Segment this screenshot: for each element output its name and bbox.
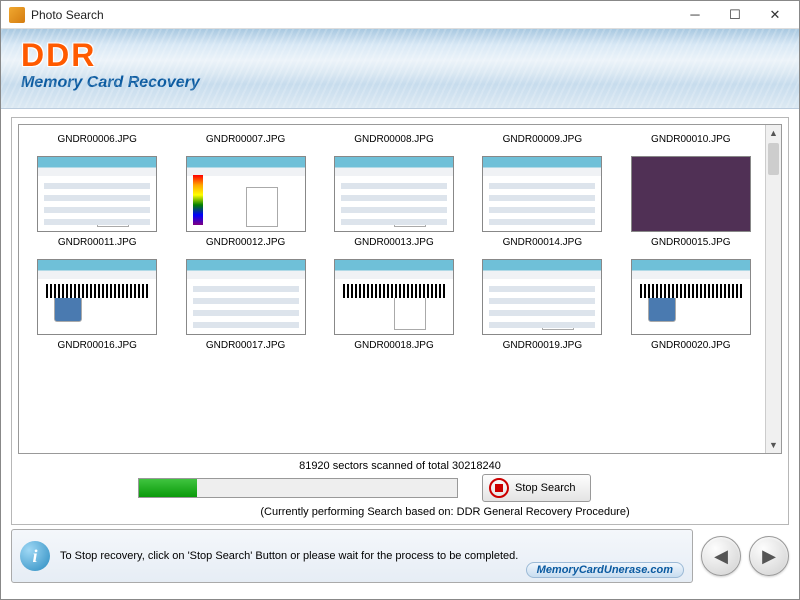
minimize-button[interactable]: ─ bbox=[675, 2, 715, 28]
thumbnail-label: GNDR00009.JPG bbox=[470, 131, 614, 148]
thumbnail-item[interactable]: GNDR00020.JPG bbox=[619, 253, 763, 354]
thumbnail-item[interactable]: GNDR00007.JPG bbox=[173, 131, 317, 148]
thumbnail-image bbox=[334, 156, 454, 232]
scroll-up-icon[interactable]: ▲ bbox=[766, 125, 781, 141]
thumbnail-item[interactable]: GNDR00013.JPG bbox=[322, 150, 466, 251]
thumbnail-label: GNDR00018.JPG bbox=[322, 337, 466, 354]
thumbnail-item[interactable]: GNDR00006.JPG bbox=[25, 131, 169, 148]
scroll-down-icon[interactable]: ▼ bbox=[766, 437, 781, 453]
thumbnail-label: GNDR00007.JPG bbox=[173, 131, 317, 148]
thumbnail-item[interactable]: GNDR00017.JPG bbox=[173, 253, 317, 354]
next-button[interactable]: ▶ bbox=[749, 536, 789, 576]
stop-icon bbox=[489, 478, 509, 498]
hint-box: i To Stop recovery, click on 'Stop Searc… bbox=[11, 529, 693, 583]
thumbnail-item[interactable]: GNDR00016.JPG bbox=[25, 253, 169, 354]
procedure-text: (Currently performing Search based on: D… bbox=[58, 506, 742, 518]
thumbnail-image bbox=[482, 156, 602, 232]
thumbnail-label: GNDR00010.JPG bbox=[619, 131, 763, 148]
thumbnail-item[interactable]: GNDR00010.JPG bbox=[619, 131, 763, 148]
progress-fill bbox=[139, 479, 197, 497]
url-badge[interactable]: MemoryCardUnerase.com bbox=[526, 562, 684, 578]
thumbnail-item[interactable]: GNDR00011.JPG bbox=[25, 150, 169, 251]
thumbnail-item[interactable]: GNDR00009.JPG bbox=[470, 131, 614, 148]
thumbnail-label: GNDR00006.JPG bbox=[25, 131, 169, 148]
close-button[interactable]: ✕ bbox=[755, 2, 795, 28]
maximize-button[interactable]: ☐ bbox=[715, 2, 755, 28]
thumbnail-image bbox=[631, 259, 751, 335]
thumbnail-label: GNDR00014.JPG bbox=[470, 234, 614, 251]
progress-bar bbox=[138, 478, 458, 498]
thumbnail-label: GNDR00019.JPG bbox=[470, 337, 614, 354]
thumbnail-label: GNDR00015.JPG bbox=[619, 234, 763, 251]
thumbnail-image bbox=[186, 259, 306, 335]
app-icon bbox=[9, 7, 25, 23]
thumbnail-image bbox=[186, 156, 306, 232]
thumbnail-label: GNDR00008.JPG bbox=[322, 131, 466, 148]
thumbnail-image bbox=[482, 259, 602, 335]
thumbnail-item[interactable]: GNDR00014.JPG bbox=[470, 150, 614, 251]
progress-status-text: 81920 sectors scanned of total 30218240 bbox=[58, 460, 742, 472]
stop-button-label: Stop Search bbox=[515, 482, 576, 494]
banner: DDR Memory Card Recovery bbox=[1, 29, 799, 109]
thumbnail-item[interactable]: GNDR00018.JPG bbox=[322, 253, 466, 354]
thumbnail-label: GNDR00020.JPG bbox=[619, 337, 763, 354]
thumbnail-label: GNDR00012.JPG bbox=[173, 234, 317, 251]
thumbnail-item[interactable]: GNDR00012.JPG bbox=[173, 150, 317, 251]
thumbnail-image bbox=[37, 156, 157, 232]
thumbnail-label: GNDR00016.JPG bbox=[25, 337, 169, 354]
thumbnail-label: GNDR00011.JPG bbox=[25, 234, 169, 251]
info-icon: i bbox=[20, 541, 50, 571]
banner-subtitle: Memory Card Recovery bbox=[21, 74, 779, 92]
footer: i To Stop recovery, click on 'Stop Searc… bbox=[11, 529, 789, 583]
main-panel: GNDR00006.JPGGNDR00007.JPGGNDR00008.JPGG… bbox=[11, 117, 789, 525]
stop-search-button[interactable]: Stop Search bbox=[482, 474, 591, 502]
thumbnail-image bbox=[37, 259, 157, 335]
thumbnail-label: GNDR00017.JPG bbox=[173, 337, 317, 354]
thumbnail-area: GNDR00006.JPGGNDR00007.JPGGNDR00008.JPGG… bbox=[18, 124, 782, 454]
scrollbar[interactable]: ▲ ▼ bbox=[765, 125, 781, 453]
thumbnail-item[interactable]: GNDR00015.JPG bbox=[619, 150, 763, 251]
prev-button[interactable]: ◀ bbox=[701, 536, 741, 576]
scroll-thumb[interactable] bbox=[768, 143, 779, 175]
thumbnail-grid: GNDR00006.JPGGNDR00007.JPGGNDR00008.JPGG… bbox=[19, 125, 781, 360]
thumbnail-image bbox=[631, 156, 751, 232]
titlebar: Photo Search ─ ☐ ✕ bbox=[1, 1, 799, 29]
thumbnail-image bbox=[334, 259, 454, 335]
thumbnail-item[interactable]: GNDR00008.JPG bbox=[322, 131, 466, 148]
ddr-logo: DDR bbox=[21, 37, 779, 74]
hint-text: To Stop recovery, click on 'Stop Search'… bbox=[60, 550, 518, 562]
window-title: Photo Search bbox=[31, 8, 675, 22]
thumbnail-item[interactable]: GNDR00019.JPG bbox=[470, 253, 614, 354]
thumbnail-label: GNDR00013.JPG bbox=[322, 234, 466, 251]
progress-row: 81920 sectors scanned of total 30218240 … bbox=[58, 460, 742, 518]
